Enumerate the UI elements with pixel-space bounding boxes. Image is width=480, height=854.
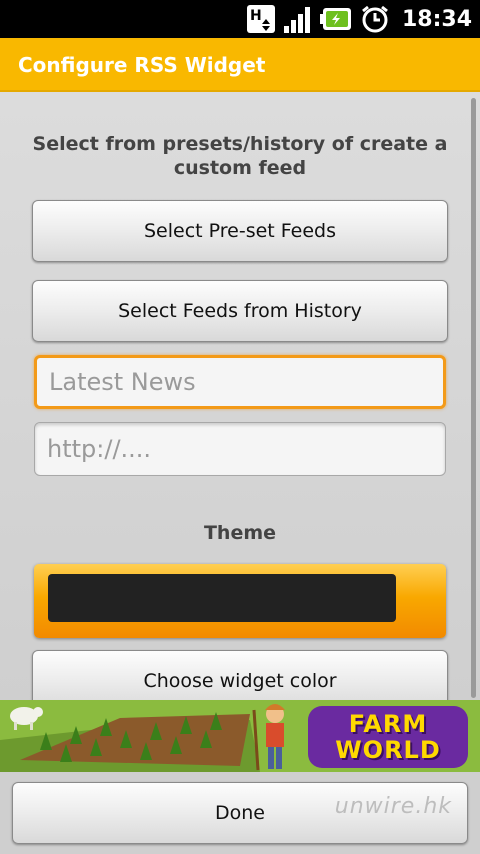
select-preset-feeds-button[interactable]: Select Pre-set Feeds — [32, 200, 448, 262]
ad-banner[interactable]: FARM WORLD — [0, 700, 480, 772]
title-bar: Configure RSS Widget — [0, 38, 480, 92]
theme-label: Theme — [203, 522, 277, 544]
bottom-bar: Done unwire.hk — [0, 772, 480, 854]
ad-title-line2: WORLD — [335, 736, 441, 764]
page-title: Configure RSS Widget — [18, 53, 266, 77]
feed-url-input[interactable]: http://.... — [34, 422, 446, 476]
signal-icon — [282, 4, 314, 34]
scrollbar[interactable] — [471, 98, 476, 698]
feed-name-input[interactable]: Latest News — [34, 355, 446, 409]
status-time: 18:34 — [401, 6, 472, 32]
theme-color-preview — [48, 574, 396, 622]
alarm-icon — [360, 4, 390, 34]
config-form: Select from presets/history of create a … — [0, 92, 480, 700]
farm-world-logo: FARM WORLD — [308, 706, 468, 768]
ad-title-line1: FARM — [348, 710, 428, 738]
watermark: unwire.hk — [334, 794, 452, 819]
battery-icon — [319, 4, 354, 34]
feed-url-placeholder: http://.... — [47, 435, 152, 463]
svg-text:H: H — [250, 8, 262, 24]
status-bar: H 18:34 — [0, 0, 480, 38]
select-history-feeds-button[interactable]: Select Feeds from History — [32, 280, 448, 342]
intro-text: Select from presets/history of create a … — [32, 133, 448, 179]
hsdpa-icon: H — [246, 4, 276, 34]
feed-name-placeholder: Latest News — [49, 368, 196, 396]
theme-selector[interactable] — [34, 564, 446, 638]
choose-widget-color-button[interactable]: Choose widget color — [32, 650, 448, 700]
